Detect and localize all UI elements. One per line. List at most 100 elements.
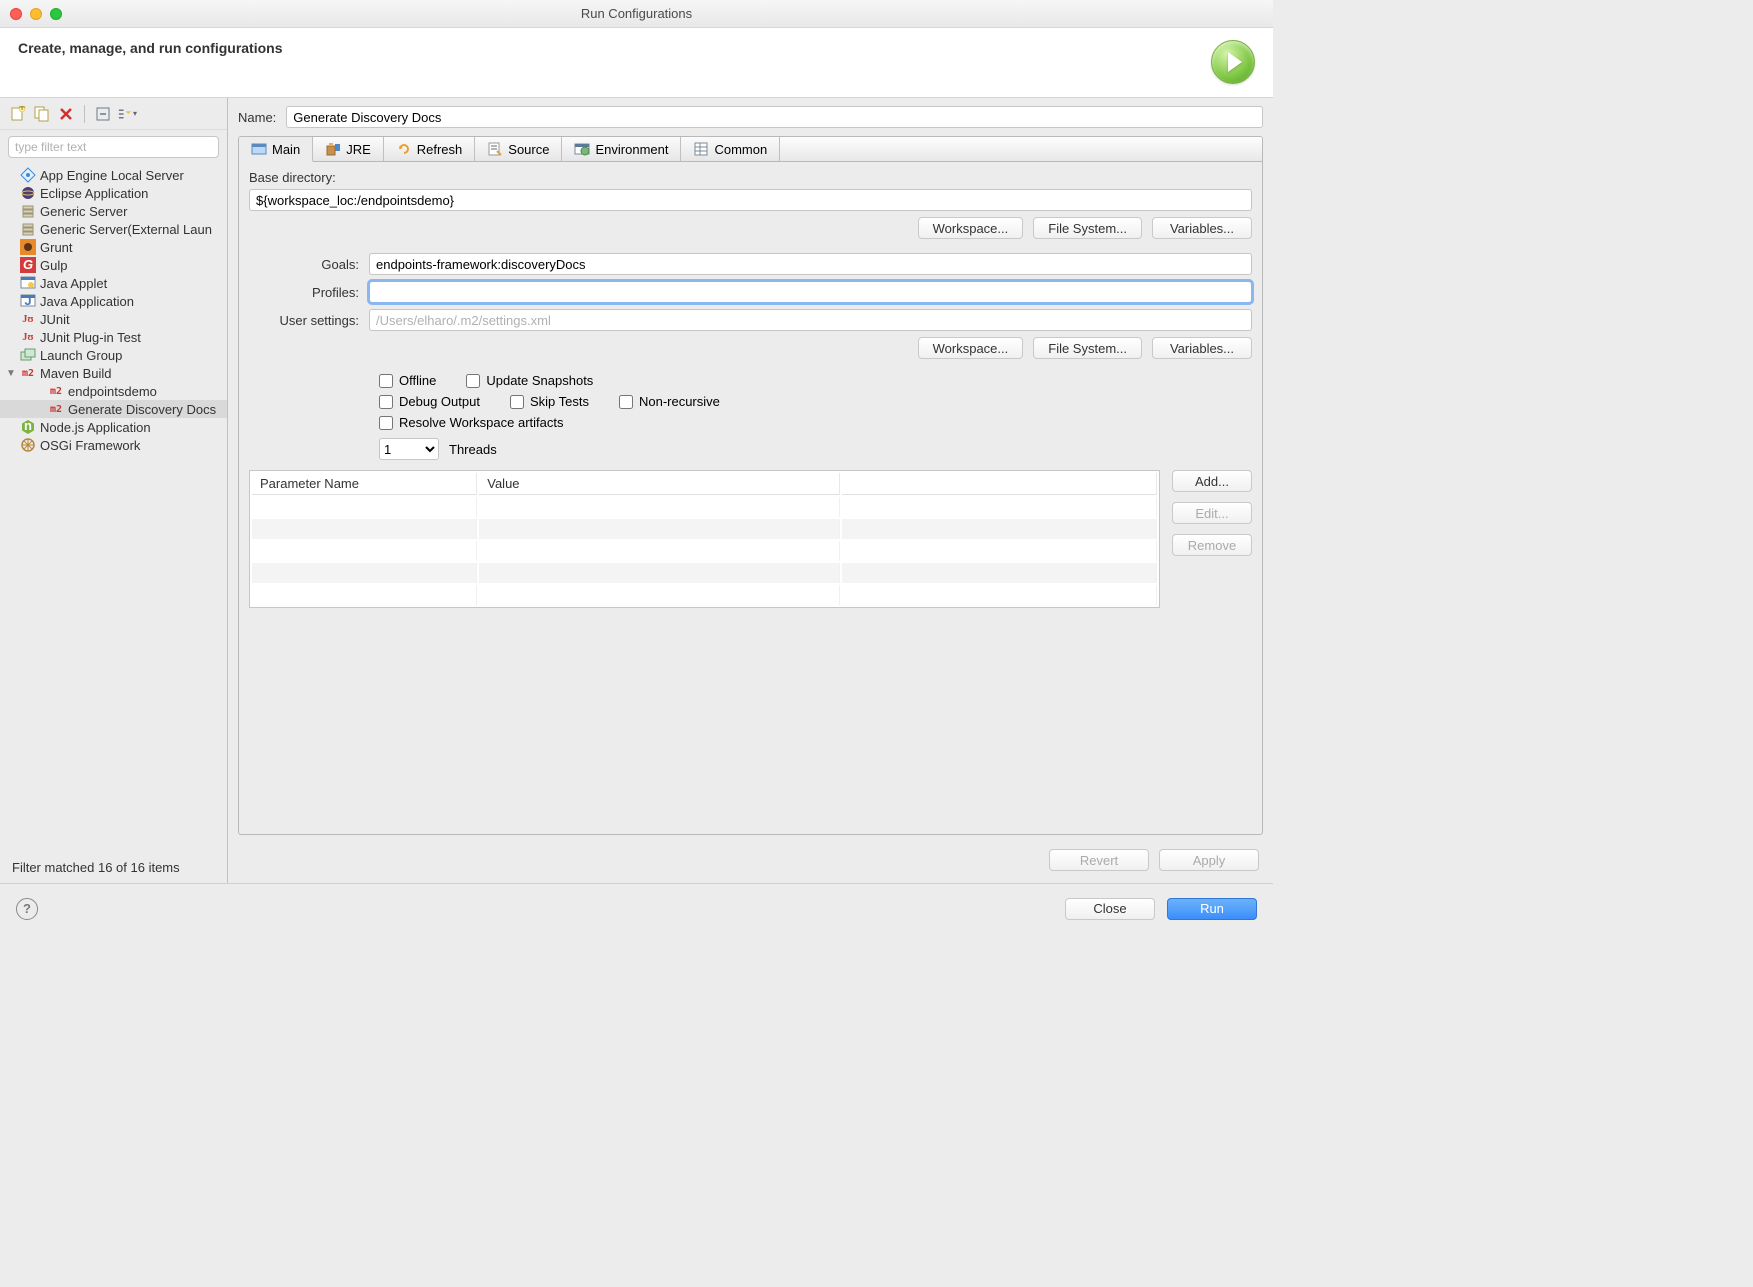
footer-buttons: Close Run — [1065, 898, 1257, 920]
usersettings-input[interactable] — [369, 309, 1252, 331]
tree-item-junit[interactable]: JʊJUnit — [0, 310, 227, 328]
tree-item-grunt[interactable]: Grunt — [0, 238, 227, 256]
tree-item-launch-group[interactable]: Launch Group — [0, 346, 227, 364]
variables-button[interactable]: Variables... — [1152, 217, 1252, 239]
tree-item-osgi[interactable]: OSGi Framework — [0, 436, 227, 454]
delete-config-button[interactable] — [56, 104, 76, 124]
workspace-button-2[interactable]: Workspace... — [918, 337, 1024, 359]
config-tree[interactable]: App Engine Local Server Eclipse Applicat… — [0, 164, 227, 852]
add-param-button[interactable]: Add... — [1172, 470, 1252, 492]
tree-item-java-app[interactable]: JJava Application — [0, 292, 227, 310]
filter-menu-button[interactable]: ▾ — [117, 104, 137, 124]
filesystem-button[interactable]: File System... — [1033, 217, 1142, 239]
table-row[interactable] — [252, 563, 1157, 583]
tab-container: Main JRE Refresh Source Environment Comm… — [238, 136, 1263, 835]
goals-input[interactable] — [369, 253, 1252, 275]
junit-plugin-icon: Jʊ — [20, 329, 36, 345]
update-snapshots-checkbox[interactable]: Update Snapshots — [466, 373, 593, 388]
tab-main-body: Base directory: Workspace... File System… — [239, 162, 1262, 834]
window-title: Run Configurations — [0, 6, 1273, 21]
nodejs-icon: n — [20, 419, 36, 435]
filter-input[interactable] — [8, 136, 219, 158]
jre-tab-icon — [325, 141, 341, 157]
svg-text:J: J — [24, 293, 31, 308]
tree-item-eclipse-app[interactable]: Eclipse Application — [0, 184, 227, 202]
profiles-input[interactable] — [369, 281, 1252, 303]
base-directory-input[interactable] — [249, 189, 1252, 211]
remove-param-button[interactable]: Remove — [1172, 534, 1252, 556]
offline-checkbox[interactable]: Offline — [379, 373, 436, 388]
dialog-header: Create, manage, and run configurations — [0, 28, 1273, 98]
name-row: Name: — [238, 106, 1263, 128]
tree-item-gulp[interactable]: GGulp — [0, 256, 227, 274]
maven-icon: m2 — [20, 365, 36, 381]
java-app-icon: J — [20, 293, 36, 309]
svg-text:+: + — [18, 106, 26, 114]
table-row[interactable] — [252, 541, 1157, 561]
gulp-icon: G — [20, 257, 36, 273]
junit-icon: Jʊ — [20, 311, 36, 327]
skip-tests-checkbox[interactable]: Skip Tests — [510, 394, 589, 409]
tree-item-app-engine[interactable]: App Engine Local Server — [0, 166, 227, 184]
help-icon[interactable]: ? — [16, 898, 38, 920]
profiles-label: Profiles: — [249, 285, 369, 300]
filter-status: Filter matched 16 of 16 items — [0, 852, 227, 883]
server-icon — [20, 221, 36, 237]
tree-item-generate-discovery-docs[interactable]: m2Generate Discovery Docs — [0, 400, 227, 418]
title-bar: Run Configurations — [0, 0, 1273, 28]
tree-item-maven-build[interactable]: ▼m2Maven Build — [0, 364, 227, 382]
tab-source[interactable]: Source — [475, 137, 562, 161]
config-toolbar: + ▾ — [0, 98, 227, 130]
tree-item-generic-server-ext[interactable]: Generic Server(External Laun — [0, 220, 227, 238]
tab-refresh[interactable]: Refresh — [384, 137, 476, 161]
tree-item-generic-server[interactable]: Generic Server — [0, 202, 227, 220]
tree-item-endpointsdemo[interactable]: m2endpointsdemo — [0, 382, 227, 400]
revert-button[interactable]: Revert — [1049, 849, 1149, 871]
left-panel: + ▾ App Engine Local Server Eclipse Appl… — [0, 98, 228, 883]
check-row-3: Resolve Workspace artifacts — [379, 415, 1252, 430]
workspace-button[interactable]: Workspace... — [918, 217, 1024, 239]
eclipse-icon — [20, 185, 36, 201]
threads-select[interactable]: 1 — [379, 438, 439, 460]
run-icon — [1211, 40, 1255, 84]
filesystem-button-2[interactable]: File System... — [1033, 337, 1142, 359]
expand-toggle-icon[interactable]: ▼ — [6, 368, 16, 379]
tab-common[interactable]: Common — [681, 137, 780, 161]
launch-group-icon — [20, 347, 36, 363]
collapse-all-button[interactable] — [93, 104, 113, 124]
close-button[interactable]: Close — [1065, 898, 1155, 920]
usersettings-button-row: Workspace... File System... Variables... — [249, 337, 1252, 359]
threads-label: Threads — [449, 442, 497, 457]
goals-row: Goals: — [249, 253, 1252, 275]
tab-main[interactable]: Main — [239, 137, 313, 162]
debug-output-checkbox[interactable]: Debug Output — [379, 394, 480, 409]
new-config-button[interactable]: + — [8, 104, 28, 124]
main-tab-icon — [251, 141, 267, 157]
usersettings-row: User settings: — [249, 309, 1252, 331]
tree-item-junit-plugin[interactable]: JʊJUnit Plug-in Test — [0, 328, 227, 346]
param-col-empty — [842, 473, 1157, 495]
table-row[interactable] — [252, 497, 1157, 517]
apply-button[interactable]: Apply — [1159, 849, 1259, 871]
resolve-workspace-checkbox[interactable]: Resolve Workspace artifacts — [379, 415, 564, 430]
parameter-area: Parameter Name Value Ad — [249, 470, 1252, 608]
name-input[interactable] — [286, 106, 1263, 128]
tab-jre[interactable]: JRE — [313, 137, 384, 161]
tree-item-nodejs[interactable]: nNode.js Application — [0, 418, 227, 436]
duplicate-config-button[interactable] — [32, 104, 52, 124]
variables-button-2[interactable]: Variables... — [1152, 337, 1252, 359]
osgi-icon — [20, 437, 36, 453]
base-directory-label: Base directory: — [249, 170, 1252, 185]
parameter-table[interactable]: Parameter Name Value — [249, 470, 1160, 608]
table-row[interactable] — [252, 519, 1157, 539]
tree-item-java-applet[interactable]: Java Applet — [0, 274, 227, 292]
server-icon — [20, 203, 36, 219]
refresh-tab-icon — [396, 141, 412, 157]
svg-text:G: G — [23, 257, 33, 272]
run-button[interactable]: Run — [1167, 898, 1257, 920]
tab-environment[interactable]: Environment — [562, 137, 681, 161]
table-row[interactable] — [252, 585, 1157, 605]
non-recursive-checkbox[interactable]: Non-recursive — [619, 394, 720, 409]
edit-param-button[interactable]: Edit... — [1172, 502, 1252, 524]
check-row-1: Offline Update Snapshots — [379, 373, 1252, 388]
